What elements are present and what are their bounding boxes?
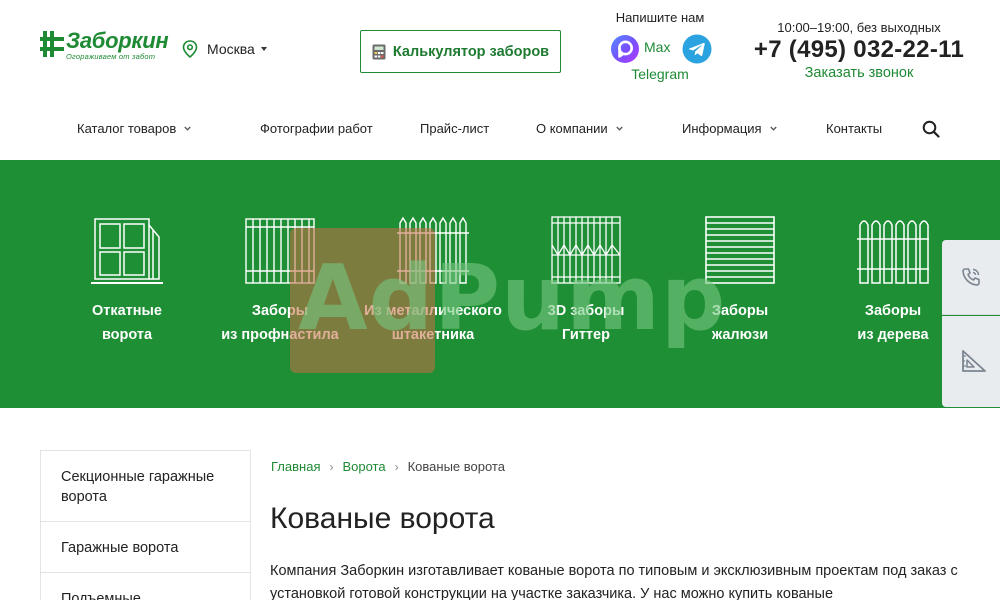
main-nav: Каталог товаров Фотографии работ Прайс-л…	[0, 104, 1000, 152]
sidebar-item-sectional-garage-gates[interactable]: Секционные гаражные ворота	[41, 451, 250, 522]
caret-down-icon	[260, 47, 267, 51]
category-label: Откатные ворота	[91, 303, 162, 343]
3d-mesh-fence-icon	[551, 216, 621, 284]
max-messenger-icon[interactable]	[610, 34, 640, 64]
breadcrumb-separator-icon: ›	[329, 460, 334, 474]
set-square-icon	[962, 350, 986, 372]
nav-item-about[interactable]: О компании	[536, 121, 623, 136]
logo-name: Заборкин	[66, 28, 169, 53]
logo-fence-icon	[40, 31, 64, 57]
logo[interactable]: Заборкин Огораживаем от забот	[40, 28, 169, 61]
contacts-block: 10:00–19:00, без выходных +7 (495) 032-2…	[740, 20, 978, 82]
category-louver-fences[interactable]: Заборы жалюзи	[665, 215, 815, 347]
nav-item-label: Информация	[682, 121, 762, 136]
phone-call-icon	[962, 268, 980, 286]
nav-item-info[interactable]: Информация	[682, 121, 777, 136]
profiled-sheet-fence-icon	[245, 218, 315, 284]
nav-item-label: Прайс-лист	[420, 121, 490, 136]
location-pin-icon	[182, 40, 198, 58]
working-hours: 10:00–19:00, без выходных	[777, 20, 941, 35]
calculator-widget-button[interactable]	[942, 316, 1000, 407]
sliding-gate-icon	[91, 218, 163, 284]
calc-button-label: Калькулятор заборов	[392, 43, 550, 60]
chevron-down-icon	[769, 126, 777, 131]
category-label: Заборы жалюзи	[711, 303, 769, 343]
callback-link[interactable]: Заказать звонок	[740, 64, 978, 82]
category-sliding-gates[interactable]: Откатные ворота	[52, 215, 202, 347]
page-title: Кованые ворота	[270, 502, 495, 535]
nav-item-catalog[interactable]: Каталог товаров	[77, 121, 191, 136]
breadcrumb-current: Кованые ворота	[407, 459, 505, 474]
callback-widget-button[interactable]	[942, 240, 1000, 315]
metal-picket-fence-icon	[397, 216, 469, 284]
fence-calculator-button[interactable]: Калькулятор заборов	[360, 30, 561, 73]
city-name: Москва	[207, 41, 255, 57]
telegram-icon[interactable]	[682, 34, 712, 64]
messengers-title: Напишите нам	[615, 10, 705, 25]
calculator-icon	[372, 44, 386, 59]
category-profiled-fences[interactable]: Заборы из профнастила	[205, 215, 355, 347]
nav-item-photos[interactable]: Фотографии работ	[260, 121, 373, 136]
category-label: Из металлического штакетника	[364, 303, 502, 343]
breadcrumb-separator-icon: ›	[394, 460, 399, 474]
messengers-block: Напишите нам Max Telegram	[604, 10, 716, 82]
telegram-label[interactable]: Telegram	[604, 66, 716, 82]
nav-item-label: Фотографии работ	[260, 121, 373, 136]
sidebar-item-lifting-gates[interactable]: Подъемные	[41, 573, 250, 600]
chevron-down-icon	[616, 126, 623, 131]
category-metal-picket[interactable]: Из металлического штакетника	[358, 215, 508, 347]
site-header: Заборкин Огораживаем от забот Москва Кал…	[0, 0, 1000, 100]
max-label[interactable]: Max	[644, 39, 670, 55]
breadcrumb: Главная › Ворота › Кованые ворота	[271, 459, 505, 475]
louver-fence-icon	[705, 216, 775, 284]
intro-text: Компания Заборкин изготавливает кованые …	[270, 563, 958, 600]
category-label: Заборы из профнастила	[221, 303, 339, 343]
breadcrumb-parent[interactable]: Ворота	[342, 459, 385, 475]
sidebar-menu: Секционные гаражные ворота Гаражные воро…	[40, 450, 251, 600]
nav-item-label: О компании	[536, 121, 608, 136]
city-selector[interactable]: Москва	[182, 40, 267, 58]
nav-item-label: Контакты	[826, 121, 883, 136]
category-label: 3D заборы Гиттер	[547, 303, 625, 343]
sidebar-item-garage-gates[interactable]: Гаражные ворота	[41, 522, 250, 573]
nav-item-contacts[interactable]: Контакты	[826, 121, 882, 136]
nav-item-label: Каталог товаров	[77, 121, 177, 136]
category-banner: Откатные ворота Заборы из профнастила Из м…	[0, 160, 1000, 408]
logo-slogan: Огораживаем от забот	[66, 52, 156, 61]
phone-number[interactable]: +7 (495) 032-22-11	[740, 36, 978, 64]
wooden-fence-icon	[857, 220, 929, 284]
search-icon[interactable]	[922, 120, 940, 138]
chevron-down-icon	[184, 126, 191, 131]
breadcrumb-home[interactable]: Главная	[271, 459, 320, 475]
category-3d-fences[interactable]: 3D заборы Гиттер	[511, 215, 661, 347]
nav-item-pricelist[interactable]: Прайс-лист	[420, 121, 489, 136]
